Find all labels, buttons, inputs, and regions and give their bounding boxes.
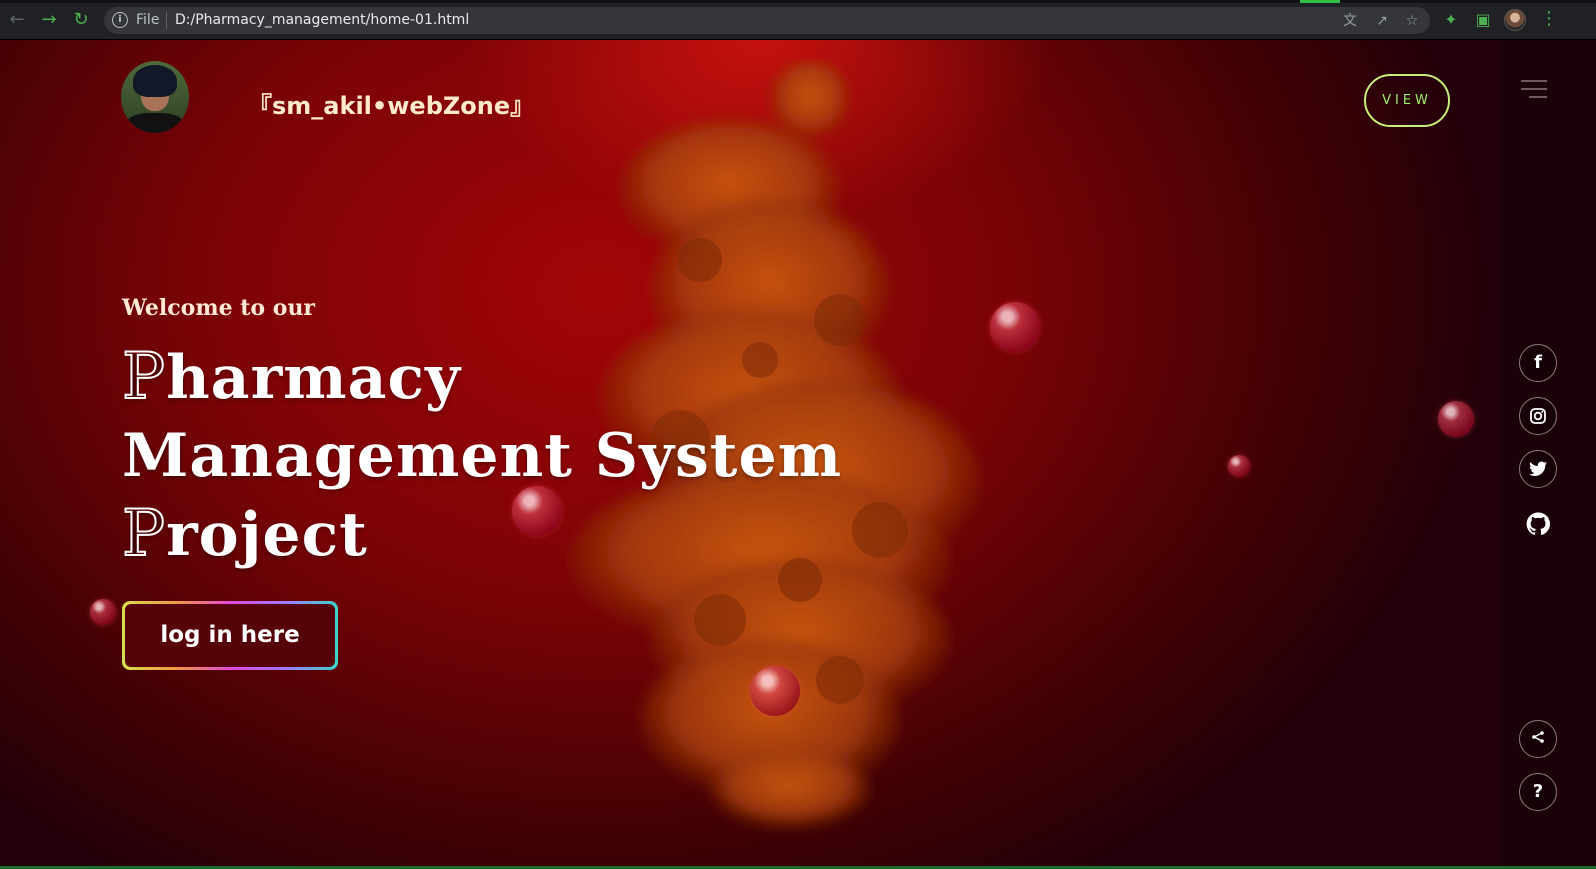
url-text[interactable]: D:/Pharmacy_management/home-01.html [175, 12, 469, 28]
bubble-decoration [90, 599, 116, 625]
bubble-decoration [1228, 455, 1250, 477]
avatar[interactable] [121, 61, 189, 133]
title-line-3: Project [121, 496, 368, 572]
reload-icon[interactable]: ↻ [70, 9, 92, 31]
url-scheme-label: File [136, 12, 160, 28]
hamburger-menu-icon[interactable] [1521, 78, 1547, 102]
github-icon[interactable] [1519, 503, 1557, 541]
site-info-icon[interactable]: i [112, 12, 128, 28]
instagram-icon[interactable] [1519, 397, 1557, 435]
facebook-icon[interactable]: f [1519, 344, 1557, 382]
sidebar-icon[interactable]: ▣ [1472, 9, 1494, 31]
star-icon[interactable]: ☆ [1402, 11, 1422, 31]
browser-menu-icon[interactable]: ⋮ [1540, 9, 1558, 31]
browser-toolbar: ← → ↻ i File D:/Pharmacy_management/home… [0, 0, 1596, 40]
title-line-1: Pharmacy [121, 339, 461, 415]
help-button[interactable]: ? [1519, 773, 1557, 811]
login-button-label[interactable]: log in here [125, 604, 335, 667]
forward-arrow-icon[interactable]: → [38, 9, 60, 31]
share-icon[interactable] [1519, 720, 1557, 758]
puzzle-icon[interactable]: ✦ [1440, 9, 1462, 31]
twitter-icon[interactable] [1519, 450, 1557, 488]
view-button[interactable]: VIEW [1364, 74, 1450, 127]
translate-icon[interactable]: 文 [1340, 11, 1360, 31]
bubble-decoration [1438, 401, 1474, 437]
profile-avatar[interactable] [1504, 9, 1526, 31]
page-title: Pharmacy Management System Project [121, 338, 942, 574]
bubble-decoration [990, 302, 1040, 352]
bubble-decoration [750, 666, 800, 716]
address-bar[interactable]: i File D:/Pharmacy_management/home-01.ht… [104, 7, 1430, 34]
tab-strip [0, 0, 1596, 3]
welcome-text: Welcome to our [122, 295, 316, 321]
social-sidebar: f ? [1500, 40, 1596, 869]
brand-logo-text[interactable]: 『sm_akil•webZone』 [248, 86, 534, 121]
title-line-2: Management System [122, 421, 843, 491]
hero-section: 『sm_akil•webZone』 VIEW Welcome to our Ph… [0, 40, 1500, 869]
share-icon[interactable]: ↗ [1372, 11, 1392, 31]
back-arrow-icon[interactable]: ← [6, 9, 28, 31]
login-button[interactable]: log in here [122, 601, 338, 670]
